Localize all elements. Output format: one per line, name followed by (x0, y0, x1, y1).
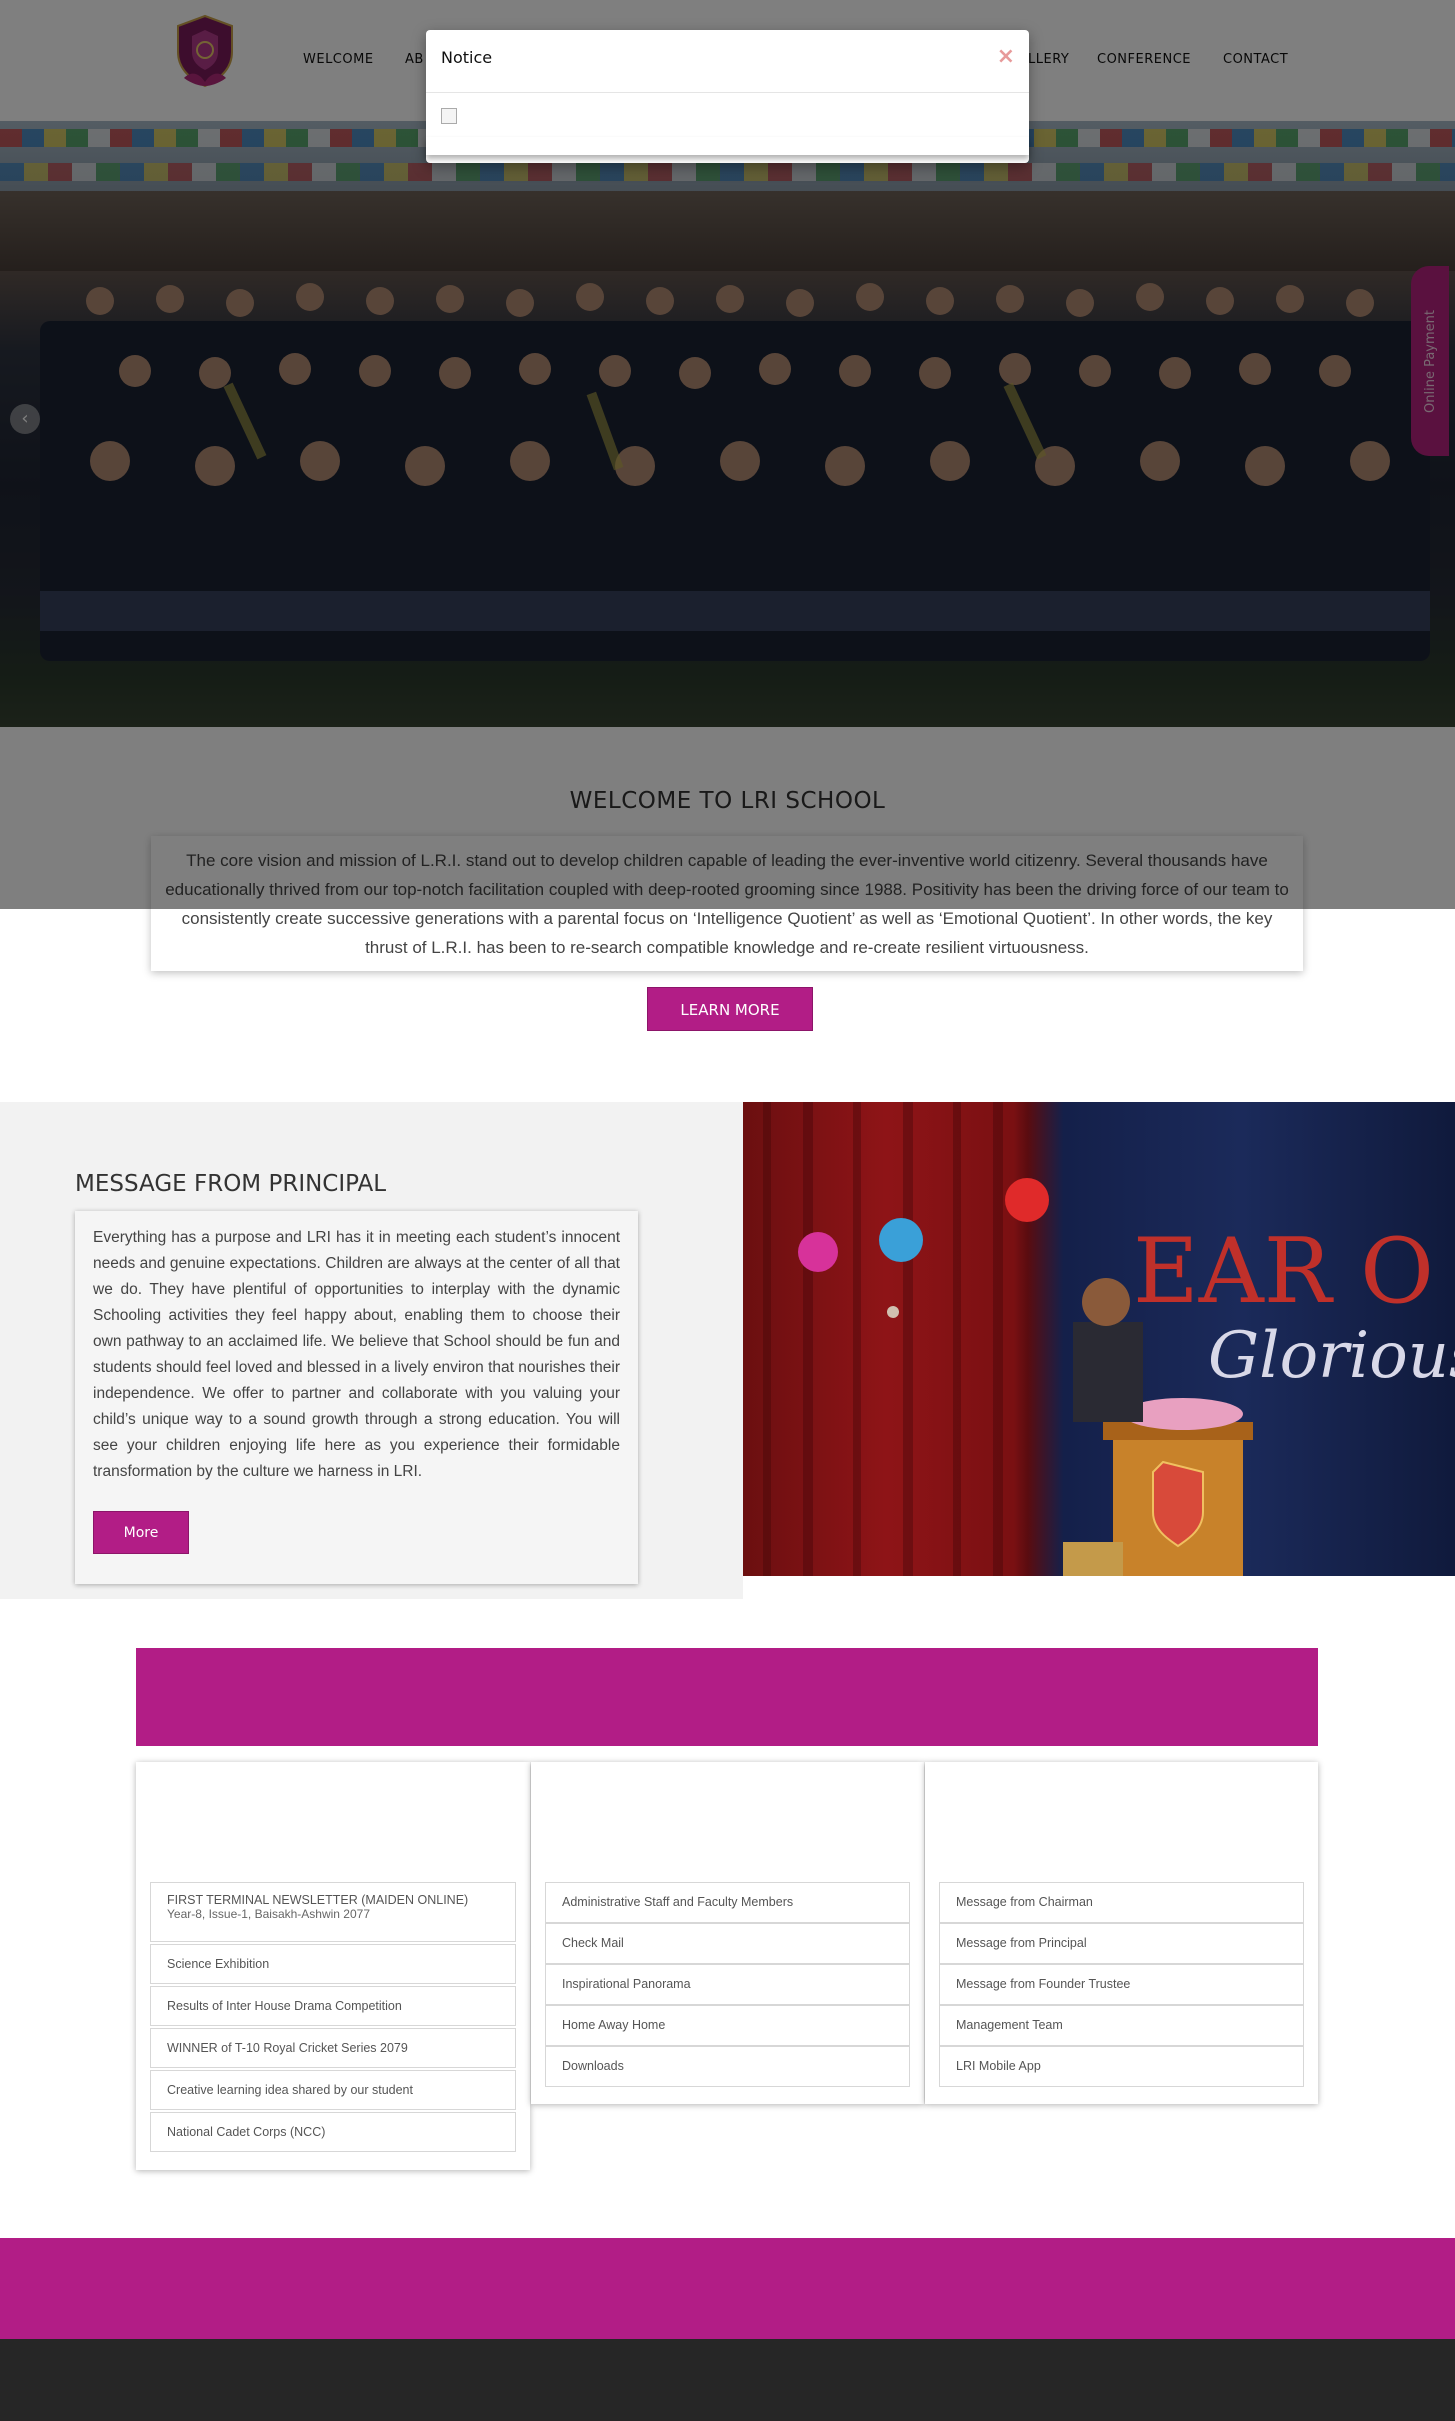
quick-links-card: Administrative Staff and Faculty Members… (531, 1762, 924, 2104)
banner-text-glorious: Glorious (1208, 1319, 1455, 1393)
news-item[interactable]: FIRST TERMINAL NEWSLETTER (MAIDEN ONLINE… (150, 1882, 516, 1942)
modal-divider (426, 92, 1029, 93)
news-item[interactable]: Creative learning idea shared by our stu… (150, 2070, 516, 2110)
purple-banner (136, 1648, 1318, 1746)
modal-title: Notice (441, 48, 493, 67)
principal-message-box: Everything has a purpose and LRI has it … (75, 1211, 638, 1584)
learn-more-button[interactable]: LEARN MORE (647, 987, 813, 1031)
banner-text-year: EAR O (1133, 1219, 1434, 1324)
site-footer (0, 2339, 1455, 2421)
news-item-title: FIRST TERMINAL NEWSLETTER (MAIDEN ONLINE… (167, 1893, 469, 1907)
modal-footer (426, 137, 1029, 155)
broken-image-icon (441, 108, 457, 124)
news-item[interactable]: Science Exhibition (150, 1944, 516, 1984)
link-message-principal[interactable]: Message from Principal (939, 1923, 1304, 1964)
news-item-subtitle: Year-8, Issue-1, Baisakh-Ashwin 2077 (167, 1907, 371, 1921)
notice-modal: Notice × (426, 30, 1029, 163)
principal-speech-photo: EAR O Glorious (743, 1102, 1455, 1576)
messages-card: Message from Chairman Message from Princ… (925, 1762, 1318, 2104)
link-check-mail[interactable]: Check Mail (545, 1923, 910, 1964)
link-management-team[interactable]: Management Team (939, 2005, 1304, 2046)
news-item[interactable]: Results of Inter House Drama Competition (150, 1986, 516, 2026)
link-inspirational-panorama[interactable]: Inspirational Panorama (545, 1964, 910, 2005)
close-icon[interactable]: × (997, 44, 1015, 69)
link-message-founder[interactable]: Message from Founder Trustee (939, 1964, 1304, 2005)
principal-more-button[interactable]: More (93, 1511, 189, 1554)
bottom-purple-banner (0, 2238, 1455, 2339)
news-item[interactable]: National Cadet Corps (NCC) (150, 2112, 516, 2152)
link-mobile-app[interactable]: LRI Mobile App (939, 2046, 1304, 2087)
news-card: FIRST TERMINAL NEWSLETTER (MAIDEN ONLINE… (136, 1762, 530, 2170)
principal-title: MESSAGE FROM PRINCIPAL (75, 1171, 387, 1197)
link-staff[interactable]: Administrative Staff and Faculty Members (545, 1882, 910, 1923)
principal-message-text: Everything has a purpose and LRI has it … (93, 1229, 620, 1480)
link-downloads[interactable]: Downloads (545, 2046, 910, 2087)
link-home-away-home[interactable]: Home Away Home (545, 2005, 910, 2046)
link-message-chairman[interactable]: Message from Chairman (939, 1882, 1304, 1923)
news-item[interactable]: WINNER of T-10 Royal Cricket Series 2079 (150, 2028, 516, 2068)
